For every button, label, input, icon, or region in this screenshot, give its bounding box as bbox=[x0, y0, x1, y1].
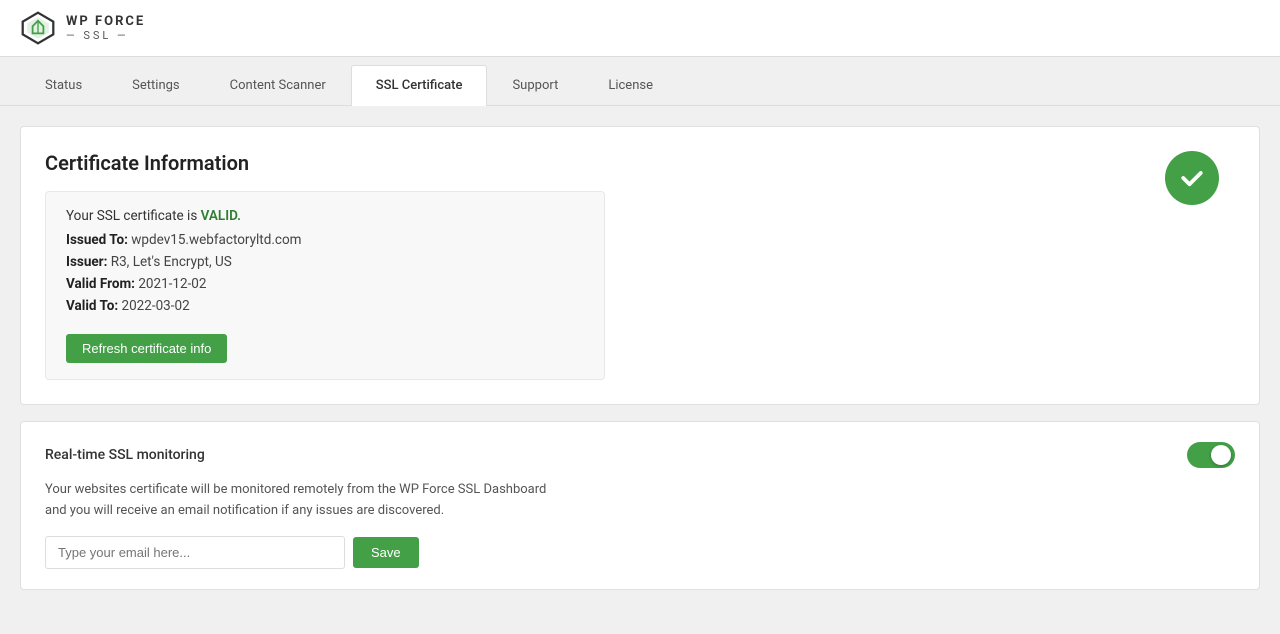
cert-valid-from: Valid From: 2021-12-02 bbox=[66, 276, 584, 292]
header: WP FORCE — SSL — bbox=[0, 0, 1280, 57]
cert-issuer-value: R3, Let's Encrypt, US bbox=[111, 254, 232, 270]
logo-icon bbox=[20, 10, 56, 46]
monitoring-card: Real-time SSL monitoring Your websites c… bbox=[20, 421, 1260, 590]
monitoring-description: Your websites certificate will be monito… bbox=[45, 480, 565, 522]
cert-valid-to-value: 2022-03-02 bbox=[122, 298, 190, 314]
tab-ssl-certificate[interactable]: SSL Certificate bbox=[351, 65, 488, 106]
cert-issuer: Issuer: R3, Let's Encrypt, US bbox=[66, 254, 584, 270]
checkmark-icon bbox=[1177, 163, 1207, 193]
main-content: Certificate Information Your SSL certifi… bbox=[0, 106, 1280, 610]
section-title: Certificate Information bbox=[45, 151, 1235, 175]
logo-name: WP FORCE bbox=[66, 15, 145, 28]
cert-valid-to-label: Valid To: bbox=[66, 298, 118, 314]
cert-valid-from-value: 2021-12-02 bbox=[138, 276, 206, 292]
tab-settings[interactable]: Settings bbox=[107, 65, 204, 105]
logo-text: WP FORCE — SSL — bbox=[66, 15, 145, 41]
cert-valid-from-label: Valid From: bbox=[66, 276, 135, 292]
tabs-bar: Status Settings Content Scanner SSL Cert… bbox=[0, 57, 1280, 106]
tab-status[interactable]: Status bbox=[20, 65, 107, 105]
cert-status-line: Your SSL certificate is VALID. bbox=[66, 208, 584, 224]
valid-check-circle bbox=[1165, 151, 1219, 205]
cert-issuer-label: Issuer: bbox=[66, 254, 107, 270]
cert-info-box: Your SSL certificate is VALID. Issued To… bbox=[45, 191, 605, 380]
email-input[interactable] bbox=[45, 536, 345, 569]
cert-valid-to: Valid To: 2022-03-02 bbox=[66, 298, 584, 314]
save-button[interactable]: Save bbox=[353, 537, 419, 568]
refresh-certificate-button[interactable]: Refresh certificate info bbox=[66, 334, 227, 363]
tab-content-scanner[interactable]: Content Scanner bbox=[205, 65, 351, 105]
monitoring-toggle[interactable] bbox=[1187, 442, 1235, 468]
tab-support[interactable]: Support bbox=[487, 65, 583, 105]
cert-issued-to-label: Issued To: bbox=[66, 232, 128, 248]
email-row: Save bbox=[45, 536, 1235, 569]
cert-issued-to-value: wpdev15.webfactoryltd.com bbox=[131, 232, 301, 248]
cert-status-prefix: Your SSL certificate is bbox=[66, 208, 201, 224]
cert-issued-to: Issued To: wpdev15.webfactoryltd.com bbox=[66, 232, 584, 248]
logo: WP FORCE — SSL — bbox=[20, 10, 145, 46]
monitoring-header: Real-time SSL monitoring bbox=[45, 442, 1235, 468]
logo-ssl: — SSL — bbox=[66, 30, 145, 41]
tab-license[interactable]: License bbox=[583, 65, 678, 105]
cert-status-value: VALID. bbox=[201, 208, 241, 224]
certificate-card: Certificate Information Your SSL certifi… bbox=[20, 126, 1260, 405]
monitoring-label: Real-time SSL monitoring bbox=[45, 447, 205, 463]
toggle-slider bbox=[1187, 442, 1235, 468]
